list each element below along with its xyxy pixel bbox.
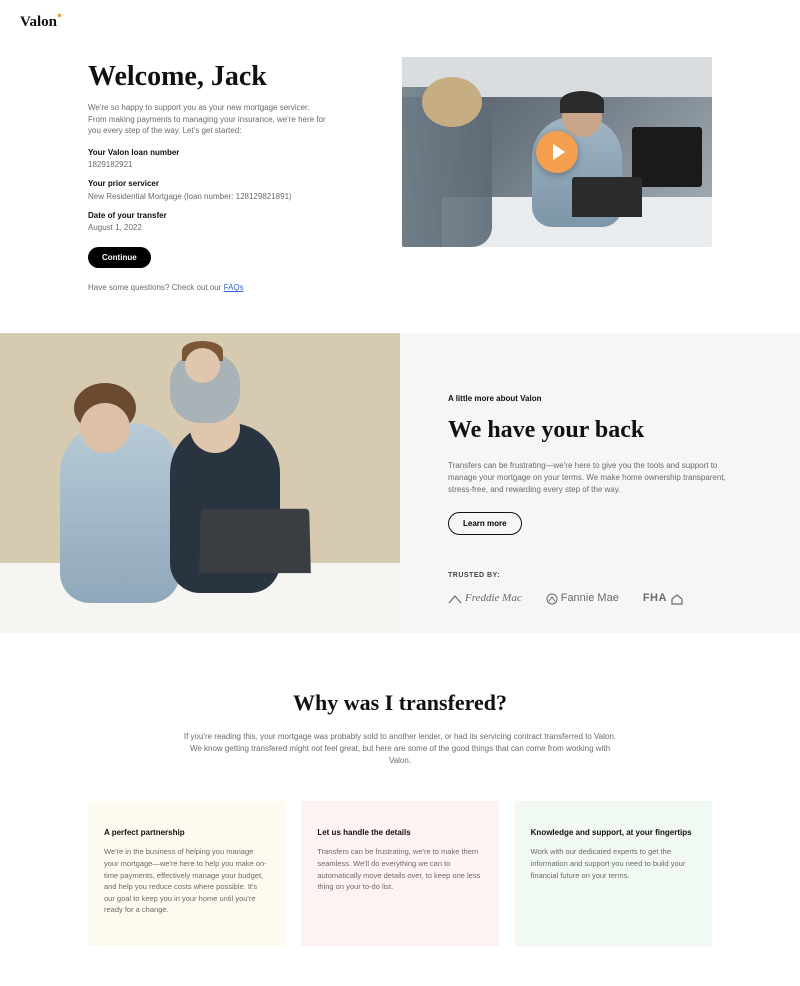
card-title: Let us handle the details [317,827,482,838]
transfer-body: If you're reading this, your mortgage wa… [180,731,620,767]
learn-more-button[interactable]: Learn more [448,512,522,535]
card-body: Transfers can be frustrating, we're to m… [317,846,482,893]
benefit-card-details: Let us handle the details Transfers can … [301,801,498,946]
transfer-section: Why was I transfered? If you're reading … [0,633,800,986]
transfer-date-value: August 1, 2022 [88,222,362,233]
fha-logo: FHA [643,591,684,606]
house-icon [670,593,684,605]
loan-number-label: Your Valon loan number [88,147,362,158]
fannie-mae-logo: Fannie Mae [546,591,619,606]
card-title: Knowledge and support, at your fingertip… [531,827,696,838]
transfer-date-label: Date of your transfer [88,210,362,221]
trust-logos: Freddie Mac Fannie Mae FHA [448,591,752,606]
trusted-by-label: TRUSTED BY: [448,571,752,581]
card-title: A perfect partnership [104,827,269,838]
benefit-cards: A perfect partnership We're in the busin… [88,801,712,946]
about-title: We have your back [448,414,752,448]
family-image [0,333,400,633]
circle-house-icon [546,593,558,605]
house-roof-icon [448,594,462,604]
card-body: We're in the business of helping you man… [104,846,269,916]
continue-button[interactable]: Continue [88,247,151,268]
prior-servicer-value: New Residential Mortgage (loan number: 1… [88,191,362,202]
faq-link[interactable]: FAQs [224,283,244,292]
about-body: Transfers can be frustrating—we're here … [448,460,728,496]
benefit-card-knowledge: Knowledge and support, at your fingertip… [515,801,712,946]
play-icon[interactable] [536,131,578,173]
transfer-title: Why was I transfered? [88,688,712,719]
freddie-mac-logo: Freddie Mac [448,591,522,606]
about-eyebrow: A little more about Valon [448,393,752,404]
intro-video[interactable] [402,57,712,247]
logo[interactable]: Valon• [20,14,62,30]
about-section: A little more about Valon We have your b… [0,333,800,633]
welcome-title: Welcome, Jack [88,57,362,96]
prior-servicer-label: Your prior servicer [88,178,362,189]
hero-section: Welcome, Jack We're so happy to support … [0,37,800,323]
loan-number-value: 1829182921 [88,159,362,170]
benefit-card-partnership: A perfect partnership We're in the busin… [88,801,285,946]
card-body: Work with our dedicated experts to get t… [531,846,696,881]
faq-line: Have some questions? Check out our FAQs [88,282,362,293]
header: Valon• [0,0,800,37]
welcome-subtitle: We're so happy to support you as your ne… [88,102,328,137]
